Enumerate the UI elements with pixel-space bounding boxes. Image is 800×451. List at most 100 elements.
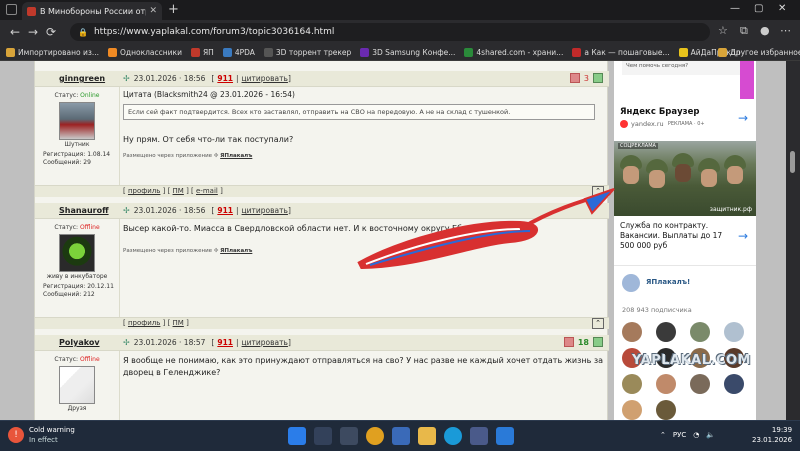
contract-ad-image[interactable]: СОЦРЕКЛАМА защитник.рф [614, 141, 756, 216]
vote-up-icon[interactable] [593, 337, 603, 347]
avatar[interactable] [59, 102, 95, 140]
avatar[interactable] [59, 234, 95, 272]
language-indicator[interactable]: РУС [673, 431, 686, 439]
arrow-right-icon[interactable]: → [738, 111, 748, 125]
bookmark-item-4[interactable]: 3D торрент трекер [263, 47, 351, 57]
reload-icon[interactable]: ⟳ [42, 25, 60, 39]
post-number[interactable]: 911 [217, 74, 233, 83]
url-field[interactable]: 🔒 https://www.yaplakal.com/forum3/topic3… [70, 23, 710, 41]
post-link-icon[interactable]: ✢ [123, 206, 130, 215]
cite-link[interactable]: цитировать [242, 338, 288, 347]
settings-icon[interactable] [392, 427, 410, 445]
post-meta: ✢ 23.01.2026 · 18:56 [911 | цитировать] [123, 74, 291, 83]
avatar[interactable] [622, 400, 642, 420]
avatar[interactable] [724, 322, 744, 342]
bookmark-item-6[interactable]: 4shared.com - храни... [464, 47, 563, 57]
post-link-icon[interactable]: ✢ [123, 338, 130, 347]
vote-down-icon[interactable] [563, 337, 574, 347]
vote-up-icon[interactable] [593, 73, 603, 83]
collections-icon[interactable]: ⧉ [740, 24, 748, 38]
close-window-icon[interactable]: ✕ [778, 3, 786, 14]
contract-ad-text[interactable]: Служба по контракту. Вакансии. Выплаты д… [620, 221, 732, 251]
new-tab-button[interactable]: + [168, 2, 179, 18]
profile-link[interactable]: профиль [128, 187, 160, 195]
scrollbar-thumb[interactable] [790, 151, 795, 173]
back-icon[interactable]: ← [6, 25, 24, 39]
howto-icon [572, 47, 582, 57]
tab-bar: В Минобороны России отреаги ✕ + — ▢ ✕ [0, 0, 800, 20]
avatar[interactable] [656, 374, 676, 394]
favorites-icon[interactable]: ☆ [718, 24, 728, 37]
tab-active[interactable]: В Минобороны России отреаги ✕ [22, 2, 162, 20]
email-link[interactable]: e-mail [196, 187, 218, 195]
taskbar: ! Cold warning In effect ⌃ РУС ◔ 🔈 19:39 [0, 420, 800, 451]
app-link[interactable]: ЯПлакалъ [220, 153, 252, 159]
bookmark-item-5[interactable]: 3D Samsung Конфе... [360, 47, 455, 57]
more-menu-icon[interactable]: ⋯ [780, 24, 791, 37]
store-icon[interactable] [470, 427, 488, 445]
profile-avatar-icon[interactable]: ● [760, 24, 770, 37]
wifi-icon[interactable]: ◔ [693, 431, 699, 439]
avatar[interactable] [622, 322, 642, 342]
post-username[interactable]: ginngreen [59, 74, 105, 83]
mail-icon[interactable] [496, 427, 514, 445]
task-view-icon[interactable] [340, 427, 358, 445]
ad-domain: yandex.ru [631, 120, 664, 128]
avatar[interactable] [724, 374, 744, 394]
message-count: 212 [83, 291, 95, 298]
post-link-icon[interactable]: ✢ [123, 74, 130, 83]
post-meta: ✢ 23.01.2026 · 18:57 [911 | цитировать] [123, 338, 291, 347]
page-scrollbar[interactable] [786, 61, 800, 420]
post-number[interactable]: 911 [217, 206, 233, 215]
bookmark-item-0[interactable]: Импортировано из... [6, 47, 99, 57]
weather-app-icon[interactable] [366, 427, 384, 445]
vote-count: 3 [583, 73, 589, 83]
avatar[interactable] [690, 374, 710, 394]
clock[interactable]: 19:39 23.01.2026 [752, 425, 792, 445]
scroll-top-icon[interactable]: ⌃ [592, 186, 604, 197]
scroll-top-icon[interactable]: ⌃ [592, 318, 604, 329]
bookmark-item-3[interactable]: 4PDA [222, 47, 255, 57]
avatar[interactable] [690, 322, 710, 342]
app-link[interactable]: ЯПлакалъ [220, 248, 252, 254]
bookmark-item-2[interactable]: ЯП [190, 47, 214, 57]
vk-group-avatar[interactable] [622, 274, 640, 292]
chevron-up-icon[interactable]: ⌃ [660, 431, 666, 439]
other-bookmarks[interactable]: Другое избранное [718, 47, 800, 57]
yandex-browser-ad[interactable]: Яндекс Браузер yandex.ru РЕКЛАМА · 0+ → [614, 103, 756, 137]
divider [119, 87, 120, 195]
edge-icon[interactable] [444, 427, 462, 445]
search-icon[interactable] [314, 427, 332, 445]
volume-icon[interactable]: 🔈 [706, 431, 715, 439]
pm-link[interactable]: ПМ [173, 187, 184, 195]
forward-icon[interactable]: → [24, 25, 42, 39]
cite-link[interactable]: цитировать [242, 206, 288, 215]
pm-link[interactable]: ПМ [173, 319, 184, 327]
vk-widget: ЯПлакалъ! 208 943 подписчика [614, 265, 756, 420]
start-icon[interactable] [288, 427, 306, 445]
post-number[interactable]: 911 [217, 338, 233, 347]
avatar[interactable] [59, 366, 95, 404]
post-username[interactable]: Shanauroff [59, 206, 109, 215]
bookmark-item-7[interactable]: а Как — пошаговые... [572, 47, 670, 57]
tab-actions-icon[interactable] [6, 4, 17, 15]
cite-link[interactable]: цитировать [242, 74, 288, 83]
minimize-icon[interactable]: — [730, 3, 740, 14]
file-explorer-icon[interactable] [418, 427, 436, 445]
ad-card-top[interactable]: Чем помочь сегодня? [614, 61, 756, 101]
warning-icon: ! [8, 427, 24, 443]
forum-post: Polyakov ✢ 23.01.2026 · 18:57 [911 | цити… [35, 335, 609, 421]
maximize-icon[interactable]: ▢ [754, 3, 763, 14]
quote-block: Если сей факт подтвердится. Всех кто зас… [123, 104, 595, 120]
vk-group-name[interactable]: ЯПлакалъ! [646, 278, 690, 286]
tab-close-icon[interactable]: ✕ [149, 6, 157, 16]
arrow-right-icon[interactable]: → [738, 229, 748, 243]
avatar[interactable] [622, 374, 642, 394]
avatar[interactable] [656, 400, 676, 420]
avatar[interactable] [656, 322, 676, 342]
weather-widget[interactable]: ! Cold warning In effect [8, 425, 75, 445]
profile-link[interactable]: профиль [128, 319, 160, 327]
vote-down-icon[interactable] [569, 73, 580, 83]
bookmark-item-1[interactable]: Одноклассники [108, 47, 182, 57]
post-username[interactable]: Polyakov [59, 338, 100, 347]
